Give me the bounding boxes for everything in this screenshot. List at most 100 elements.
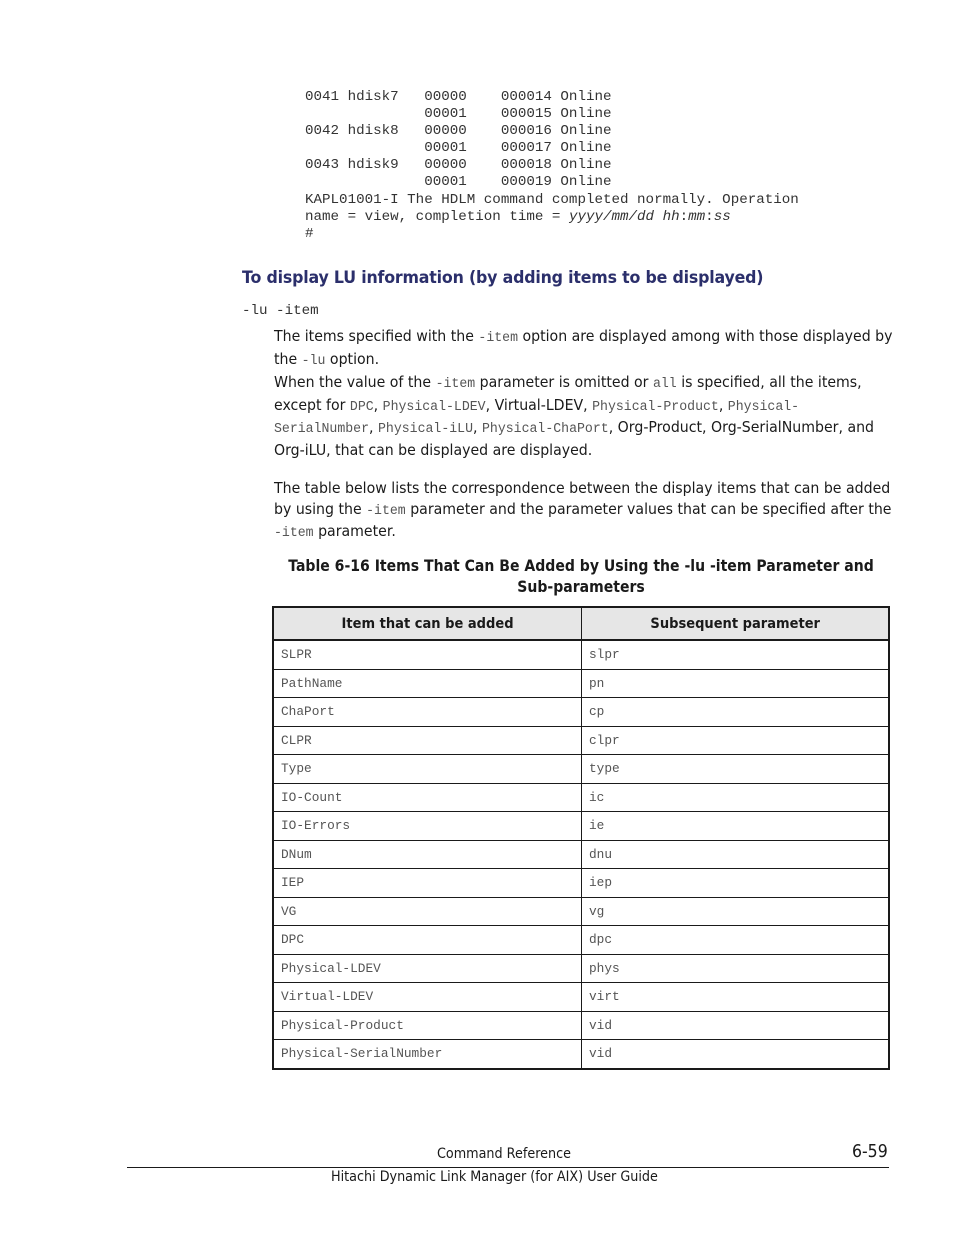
item-name-cell: DNum [272,839,582,869]
item-name-cell: VG [272,896,582,926]
header-text: Subsequent parameter [650,615,820,632]
table-row: Physical-SerialNumber vid [272,1039,890,1069]
items-table: Item that can be added Subsequent parame… [272,606,890,1070]
parameter-cell: virt [581,982,890,1012]
code-line: 0042 hdisk8 00000 000016 Online [305,123,612,140]
table-row: Virtual-LDEV virt [272,982,890,1012]
item-name-cell: Physical-LDEV [272,953,582,983]
colon: : [679,208,689,225]
item-name-cell: Type [272,754,582,784]
parameter-cell: cp [581,697,890,727]
item-name-cell: SLPR [272,639,582,670]
text: parameter and the parameter values that … [405,499,892,518]
item-name-cell: IEP [272,868,582,898]
colon: : [705,208,714,225]
table-row: Physical-LDEV phys [272,953,890,983]
text: , [373,395,383,414]
completion-minutes: mm [688,208,706,225]
inline-code: DPC [349,398,374,415]
section-heading: To display LU information (by adding ite… [242,268,764,288]
parameter-cell: pn [581,668,890,698]
item-name-cell: Physical-SerialNumber [272,1039,582,1069]
parameter-cell: type [581,754,890,784]
text: parameter. [313,522,396,540]
parameter-cell: clpr [581,725,890,755]
code-line: 00001 000015 Online [305,106,612,123]
item-name-cell: Physical-Product [272,1010,582,1040]
paragraph-omitted-value: When the value of the -item parameter is… [274,372,894,460]
table-row: DNum dnu [272,839,890,869]
column-header-item: Item that can be added [272,606,582,641]
inline-code: -item [274,525,314,541]
code-line: 00001 000019 Online [305,174,612,191]
code-line: KAPL01001-I The HDLM command completed n… [305,191,799,208]
completion-date: yyyy/mm/dd hh [568,208,680,225]
page-number: 6-59 [852,1142,888,1162]
footer-section-title: Command Reference [437,1146,571,1162]
shell-prompt: # [305,225,314,242]
table-row: IEP iep [272,868,890,898]
parameter-cell: slpr [581,639,890,670]
header-text: Item that can be added [341,615,514,632]
parameter-cell: dpc [581,925,890,955]
text: parameter is omitted or [475,373,653,391]
code-line: 0043 hdisk9 00000 000018 Online [305,157,612,174]
table-row: IO-Errors ie [272,811,890,841]
text: option. [325,349,380,368]
text: , [369,418,379,436]
table-row: ChaPort cp [272,697,890,727]
inline-code: Physical-Product [592,398,719,415]
table-caption: Table 6-16 Items That Can Be Added by Us… [272,556,890,597]
code-line-completion: name = view, completion time = yyyy/mm/d… [305,209,799,226]
text: , [718,395,728,414]
item-name-cell: Virtual-LDEV [272,982,582,1012]
item-name-cell: DPC [272,925,582,955]
item-name-cell: IO-Count [272,782,582,812]
parameter-cell: vid [581,1010,890,1040]
table-header-row: Item that can be added Subsequent parame… [272,606,890,641]
parameter-cell: ie [581,811,890,841]
table-row: DPC dpc [272,925,890,955]
inline-code: all [652,376,677,392]
paragraph-table-intro: The table below lists the correspondence… [274,478,894,544]
table-caption-text: Table 6-16 Items That Can Be Added by Us… [288,557,874,596]
inline-code: Physical-ChaPort [482,421,609,437]
table-row: VG vg [272,896,890,926]
footer-divider [127,1167,889,1168]
table-row: Type type [272,754,890,784]
table-row: SLPR slpr [272,639,890,670]
footer-guide-title: Hitachi Dynamic Link Manager (for AIX) U… [331,1169,658,1185]
parameter-cell: vid [581,1039,890,1069]
item-name-cell: ChaPort [272,697,582,727]
table-body: SLPR slpr PathName pn ChaPort cp CLPR clpr Type t… [272,639,890,1069]
completion-seconds: ss [713,208,731,225]
text: When the value of the [274,373,436,391]
command-output: 0041 hdisk7 00000 000014 Online 00001 00… [305,89,799,243]
text: , Virtual-LDEV, [485,395,593,414]
completion-prefix: name = view, completion time = [305,208,569,225]
inline-code: -item [435,376,476,392]
inline-code: Physical-LDEV [382,398,486,415]
item-name-cell: IO-Errors [272,811,582,841]
parameter-cell: ic [581,782,890,812]
parameter-cell: vg [581,896,890,926]
table-row: Physical-Product vid [272,1010,890,1040]
parameter-cell: dnu [581,839,890,869]
column-header-parameter: Subsequent parameter [581,606,890,641]
parameter-cell: phys [581,953,890,983]
code-line: 0041 hdisk7 00000 000014 Online [305,89,612,105]
item-name-cell: PathName [272,668,582,698]
text: , [473,418,483,436]
paragraph-item-option: The items specified with the -item optio… [274,326,894,371]
inline-code: Physical-iLU [378,421,474,437]
inline-code: -lu [301,352,326,369]
table-row: CLPR clpr [272,725,890,755]
option-label: -lu -item [242,303,319,319]
item-name-cell: CLPR [272,725,582,755]
inline-code: -item [366,502,406,519]
parameter-cell: iep [581,868,890,898]
table-row: PathName pn [272,668,890,698]
code-line: 00001 000017 Online [305,140,612,157]
table-row: IO-Count ic [272,782,890,812]
text: The items specified with the [274,327,479,345]
